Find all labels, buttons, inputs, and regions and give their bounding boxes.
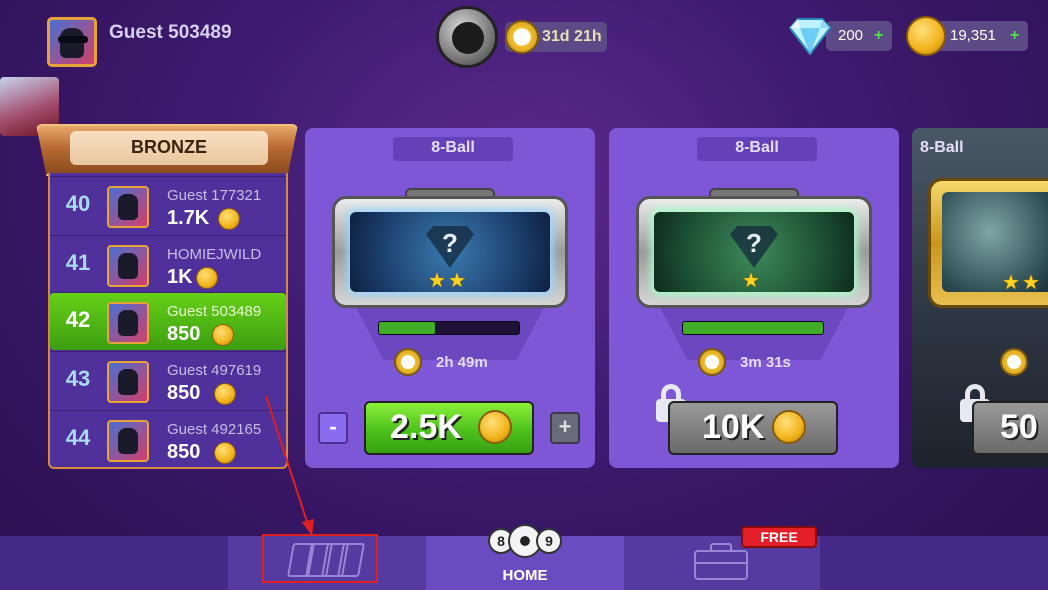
- add-gems-button[interactable]: +: [874, 27, 883, 45]
- coin-icon: [772, 410, 806, 444]
- coin-icon: [906, 16, 946, 56]
- case-progress-fill: [683, 322, 823, 334]
- coin-icon: [196, 267, 218, 289]
- rank-number: 44: [65, 425, 91, 450]
- highlight-box: [262, 534, 378, 583]
- row-player-name: Guest 497619: [167, 362, 262, 379]
- coin-icon: [214, 383, 236, 405]
- row-player-name: Guest 503489: [167, 303, 262, 320]
- decrease-button[interactable]: -: [318, 412, 348, 444]
- leaderboard-row-current-player[interactable]: 42 Guest 503489 850: [50, 292, 286, 350]
- leaderboard-row[interactable]: 44 Guest 492165 850: [50, 410, 286, 468]
- avatar-face: [60, 28, 84, 58]
- row-score: 1K: [167, 266, 193, 288]
- row-player-name: HOMIEJWILD: [167, 246, 262, 263]
- leaderboard-row[interactable]: 40 Guest 177321 1.7K: [50, 176, 286, 234]
- briefcase-icon: [694, 550, 748, 580]
- case-mode-label: 8-Ball: [735, 139, 779, 156]
- leaderboard-row[interactable]: 43 Guest 497619 850: [50, 351, 286, 409]
- timer-icon: [505, 20, 539, 54]
- rank-number: 40: [65, 191, 91, 216]
- gem-count: 200: [838, 27, 864, 44]
- row-player-name: Guest 492165: [167, 421, 262, 438]
- increase-button[interactable]: +: [550, 412, 580, 444]
- rank-number: 43: [65, 366, 91, 391]
- case-progress-fill: [379, 322, 435, 334]
- buy-price: 50: [1000, 408, 1038, 446]
- timer-icon: [698, 348, 726, 376]
- rank-number: 42: [65, 307, 91, 332]
- avatar: [107, 361, 149, 403]
- question-mark-icon: ?: [746, 228, 762, 258]
- league-name[interactable]: BRONZE: [70, 137, 268, 158]
- case-mode-label: 8-Ball: [431, 139, 475, 156]
- diamond-icon: [788, 18, 832, 56]
- timer-icon: [1000, 348, 1028, 376]
- row-score: 850: [167, 441, 201, 463]
- row-score: 850: [167, 382, 201, 404]
- event-timer-text: 31d 21h: [542, 28, 602, 45]
- row-player-name: Guest 177321: [167, 187, 262, 204]
- star-icon: ★: [448, 270, 466, 292]
- coin-icon: [212, 324, 234, 346]
- avatar: [107, 186, 149, 228]
- avatar: [107, 302, 149, 344]
- jurassic-park-event-icon[interactable]: [436, 6, 498, 68]
- rank-number: 41: [65, 250, 91, 275]
- row-score: 1.7K: [167, 207, 210, 229]
- star-icon: ★: [742, 270, 760, 292]
- leaderboard-row[interactable]: 41 HOMIEJWILD 1K: [50, 235, 286, 293]
- home-label: HOME: [502, 567, 548, 584]
- dino-skeleton-icon: [452, 22, 484, 54]
- briefcase-strap: [694, 562, 748, 564]
- case-timer: 2h 49m: [436, 354, 488, 371]
- buy-price: 2.5K: [390, 408, 462, 446]
- star-icon: ★: [1022, 272, 1040, 294]
- row-score: 850: [167, 323, 201, 345]
- player-name[interactable]: Guest 503489: [109, 22, 232, 44]
- coin-count: 19,351: [950, 27, 996, 44]
- timer-icon: [394, 348, 422, 376]
- avatar: [107, 420, 149, 462]
- player-avatar[interactable]: [47, 17, 97, 67]
- coin-icon: [218, 208, 240, 230]
- free-badge: FREE: [741, 526, 817, 548]
- avatar: [107, 245, 149, 287]
- case-timer: 3m 31s: [740, 354, 791, 371]
- coin-icon: [478, 410, 512, 444]
- coin-icon: [214, 442, 236, 464]
- buy-price: 10K: [702, 408, 765, 446]
- avatar-glasses: [58, 36, 88, 43]
- case-mode-label: 8-Ball: [920, 139, 964, 156]
- nine-ball-icon: 9: [536, 528, 562, 554]
- add-coins-button[interactable]: +: [1010, 27, 1019, 45]
- star-icon: ★: [428, 270, 446, 292]
- question-mark-icon: ?: [442, 228, 458, 258]
- star-icon: ★: [1002, 272, 1020, 294]
